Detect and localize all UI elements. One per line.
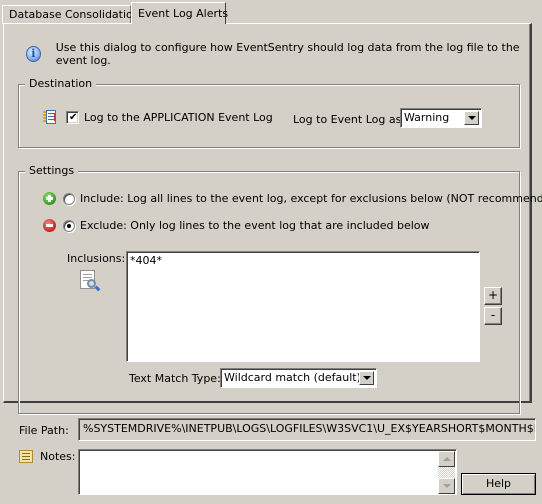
log-as-select[interactable]: Warning xyxy=(400,108,482,128)
exclude-label[interactable]: Exclude: Only log lines to the event log… xyxy=(80,219,430,232)
remove-inclusion-button[interactable]: - xyxy=(484,307,502,325)
info-text: Use this dialog to configure how EventSe… xyxy=(55,41,520,67)
log-to-application-label[interactable]: Log to the APPLICATION Event Log xyxy=(84,111,273,124)
notes-label-row: Notes: xyxy=(19,450,75,463)
log-as-label: Log to Event Log as: xyxy=(293,113,406,126)
inclusions-textarea[interactable]: *404* xyxy=(126,251,480,362)
search-document-icon xyxy=(80,270,101,294)
tab-event-log-alerts[interactable]: Event Log Alerts xyxy=(131,2,228,24)
help-button[interactable]: Help xyxy=(461,473,536,495)
destination-group-label: Destination xyxy=(25,77,97,91)
exclude-option-row: Exclude: Only log lines to the event log… xyxy=(43,219,430,232)
event-log-icon xyxy=(43,110,56,124)
settings-group: Settings Include: Log all lines to the e… xyxy=(18,164,542,414)
scroll-up-icon[interactable] xyxy=(438,451,455,467)
info-row: i Use this dialog to configure how Event… xyxy=(26,41,530,67)
log-to-application-checkbox[interactable]: ✔ xyxy=(66,110,79,124)
text-match-type-label: Text Match Type: xyxy=(129,372,221,385)
panel-shadow xyxy=(529,24,530,401)
destination-group: Destination ✔ Log to the APPLICATION Eve… xyxy=(18,77,520,148)
file-path-field[interactable]: %SYSTEMDRIVE%\INETPUB\LOGS\LOGFILES\W3SV… xyxy=(78,418,536,441)
include-option-row: Include: Log all lines to the event log,… xyxy=(43,192,542,205)
chevron-down-icon[interactable] xyxy=(464,111,479,125)
file-path-value: %SYSTEMDRIVE%\INETPUB\LOGS\LOGFILES\W3SV… xyxy=(83,422,536,435)
inclusions-value: *404* xyxy=(130,254,162,267)
event-log-alerts-dialog: Database Consolidation Event Log Alerts … xyxy=(0,0,542,504)
notes-label: Notes: xyxy=(40,450,76,463)
tab-database-consolidation[interactable]: Database Consolidation xyxy=(2,5,140,24)
notes-icon xyxy=(19,450,33,463)
notes-scrollbar[interactable] xyxy=(438,451,455,494)
add-inclusion-button[interactable]: + xyxy=(484,287,502,305)
tab-panel: i Use this dialog to configure how Event… xyxy=(3,23,542,414)
settings-group-label: Settings xyxy=(25,164,79,178)
checkmark-icon: ✔ xyxy=(69,111,78,123)
include-label[interactable]: Include: Log all lines to the event log,… xyxy=(80,192,542,205)
text-match-type-value: Wildcard match (default) xyxy=(224,371,361,384)
exclude-radio[interactable] xyxy=(63,219,75,232)
plus-circle-icon xyxy=(43,192,56,205)
log-as-value: Warning xyxy=(404,111,450,124)
log-to-application-row: ✔ Log to the APPLICATION Event Log xyxy=(43,110,273,124)
text-match-type-select[interactable]: Wildcard match (default) xyxy=(220,368,377,388)
notes-textarea[interactable] xyxy=(78,449,457,495)
include-radio[interactable] xyxy=(63,192,75,205)
minus-circle-icon xyxy=(43,219,56,232)
chevron-down-icon[interactable] xyxy=(359,371,374,385)
scroll-down-icon[interactable] xyxy=(438,478,455,494)
info-icon: i xyxy=(26,46,41,62)
inclusions-label: Inclusions: xyxy=(67,252,126,265)
file-path-label: File Path: xyxy=(19,424,69,437)
